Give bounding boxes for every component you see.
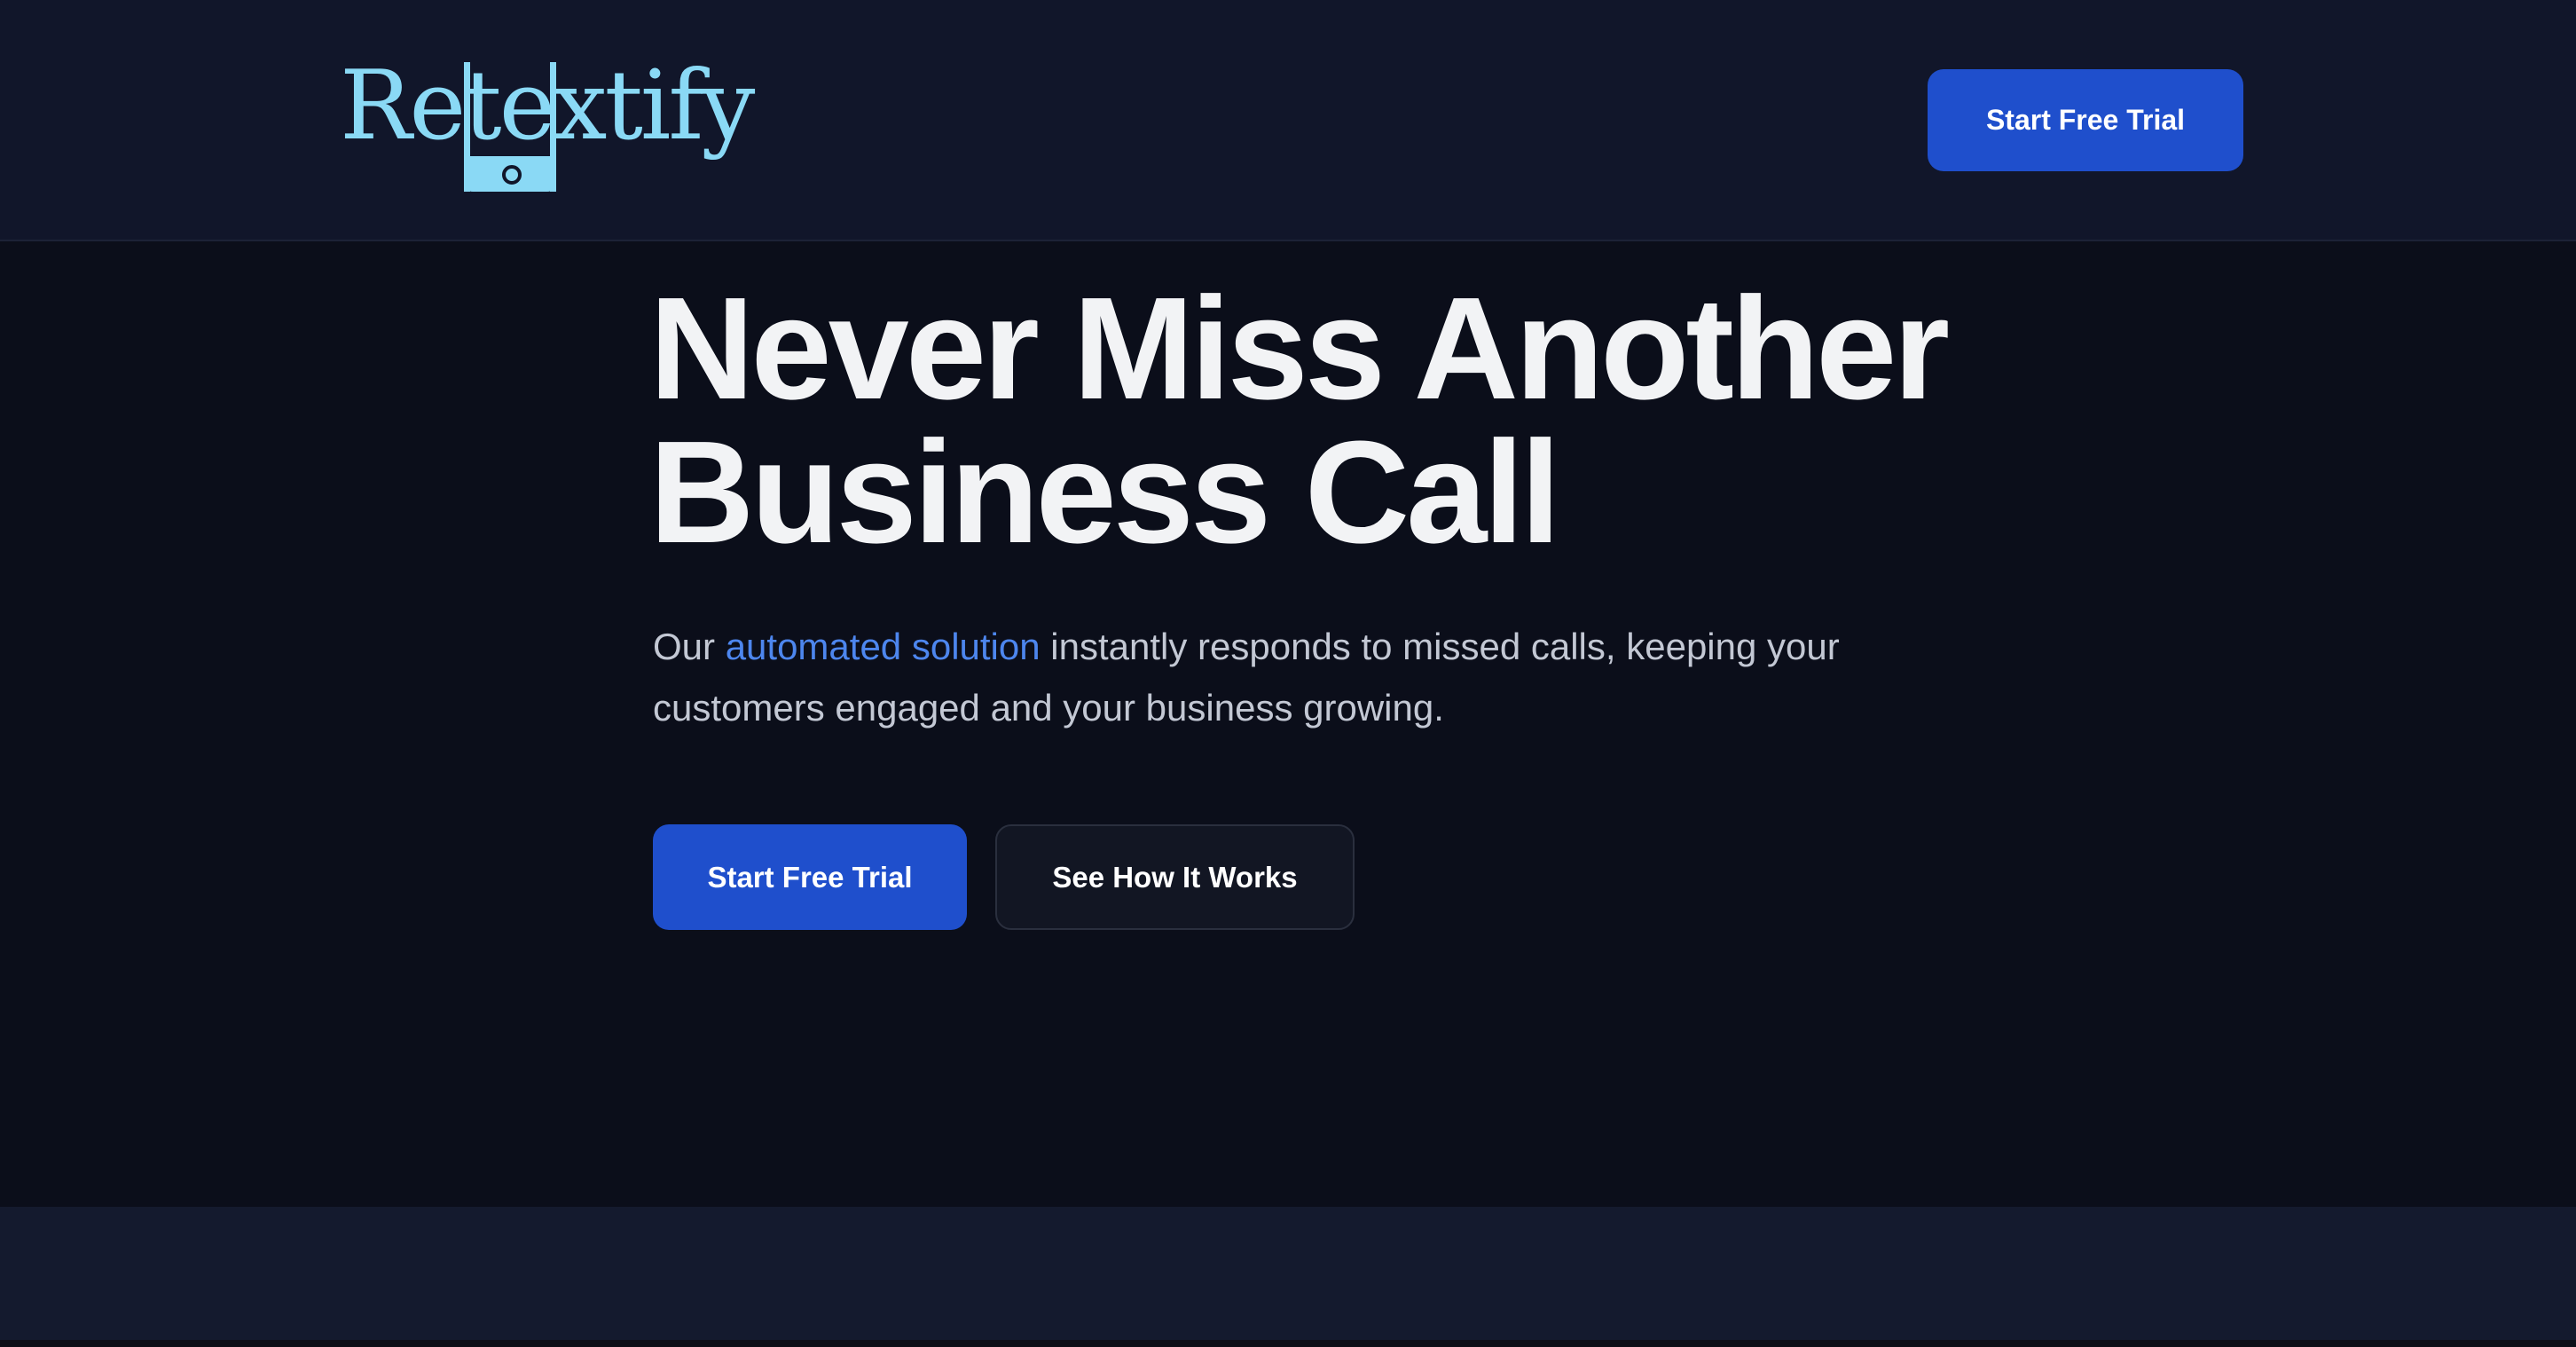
window-bottom-edge — [0, 1340, 2576, 1347]
hero-title-line-1: Never Miss Another — [649, 267, 1950, 429]
retextify-logo[interactable]: Retextify — [340, 51, 755, 202]
phone-icon-base — [464, 156, 556, 192]
hero-title: Never Miss Another Business Call — [649, 267, 2246, 573]
see-how-it-works-button[interactable]: See How It Works — [995, 824, 1355, 930]
site-header: Retextify Start Free Trial — [0, 0, 2576, 241]
next-section — [0, 1207, 2576, 1347]
hero-subtitle-accent: automated solution — [725, 626, 1041, 667]
header-start-free-trial-button[interactable]: Start Free Trial — [1928, 69, 2243, 171]
hero-subtitle-prefix: Our — [653, 626, 726, 667]
hero-title-line-2: Business Call — [649, 411, 1561, 573]
hero-start-free-trial-button[interactable]: Start Free Trial — [653, 824, 967, 930]
landing-page: Retextify Start Free Trial Never Miss An… — [0, 0, 2576, 1347]
logo-text: Retextify — [340, 51, 755, 161]
hero-subtitle: Our automated solution instantly respond… — [653, 616, 1842, 738]
